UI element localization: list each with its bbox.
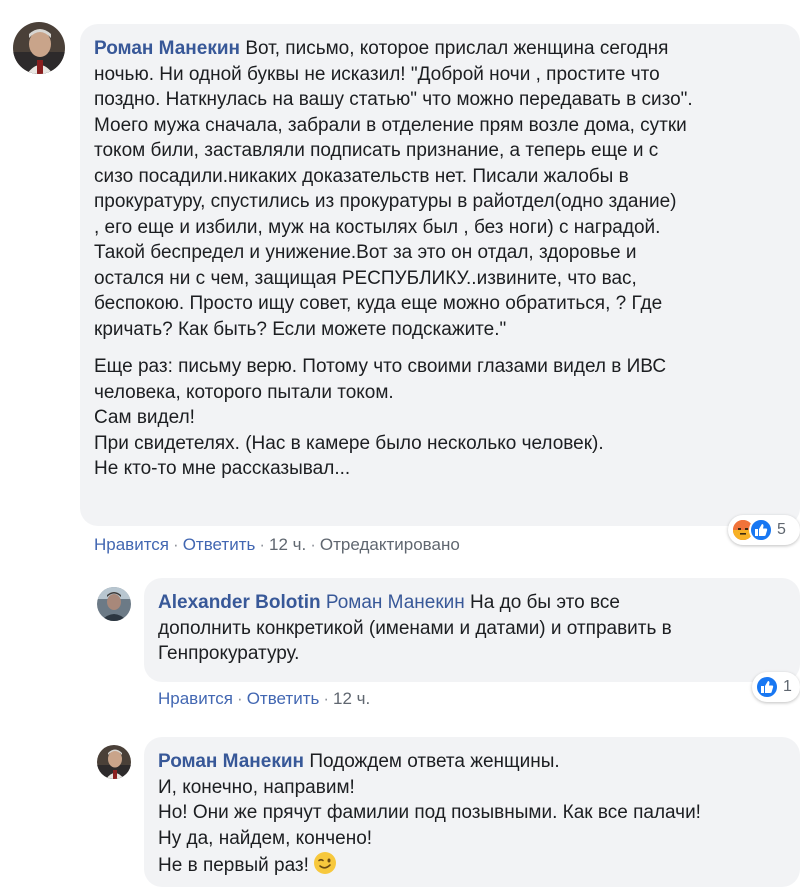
author-name-link[interactable]: Alexander Bolotin — [158, 592, 321, 613]
mention-link[interactable]: Роман Манекин — [326, 592, 465, 613]
reply-text: Роман Манекин Подождем ответа женщины. И… — [158, 749, 790, 879]
avatar[interactable] — [13, 22, 65, 74]
edited-label[interactable]: Отредактировано — [320, 535, 460, 554]
reaction-count: 5 — [777, 521, 786, 538]
wink-emoji-icon — [313, 852, 336, 874]
avatar[interactable] — [97, 587, 131, 621]
reaction-count: 1 — [783, 678, 792, 695]
like-button[interactable]: Нравится — [158, 689, 233, 708]
reply-text: Alexander Bolotin Роман Манекин На до бы… — [158, 590, 790, 667]
comment-text-continued: Еще раз: письму верю. Потому что своими … — [94, 356, 667, 479]
reply-bubble: Alexander Bolotin Роман Манекин На до бы… — [144, 578, 800, 682]
comment-bubble: Роман Манекин Вот, письмо, которое присл… — [80, 24, 800, 526]
comment-actions: Нравится · Ответить · 12 ч. · Отредактировано — [94, 535, 460, 554]
comment-body: Вот, письмо, которое прислал женщина сег… — [94, 38, 693, 340]
reply-actions: Нравится · Ответить · 12 ч. — [158, 689, 371, 708]
user-photo-icon — [97, 587, 131, 621]
user-photo-icon — [13, 22, 65, 74]
reply-bubble: Роман Манекин Подождем ответа женщины. И… — [144, 737, 800, 887]
like-reaction-icon — [755, 675, 779, 699]
like-reaction-icon — [749, 518, 773, 542]
author-name-link[interactable]: Роман Манекин — [94, 38, 240, 59]
like-button[interactable]: Нравится — [94, 535, 169, 554]
author-name-link[interactable]: Роман Манекин — [158, 751, 304, 772]
reactions-summary[interactable]: 1 — [752, 672, 800, 702]
user-photo-icon — [97, 745, 131, 779]
reply-button[interactable]: Ответить — [183, 535, 256, 554]
comment-text: Роман Манекин Вот, письмо, которое присл… — [94, 36, 790, 342]
avatar[interactable] — [97, 745, 131, 779]
comment-thread: Роман Манекин Вот, письмо, которое присл… — [0, 0, 800, 887]
reply-button[interactable]: Ответить — [247, 689, 320, 708]
reactions-summary[interactable]: 5 — [728, 515, 800, 545]
timestamp[interactable]: 12 ч. — [333, 689, 370, 708]
timestamp[interactable]: 12 ч. — [269, 535, 306, 554]
